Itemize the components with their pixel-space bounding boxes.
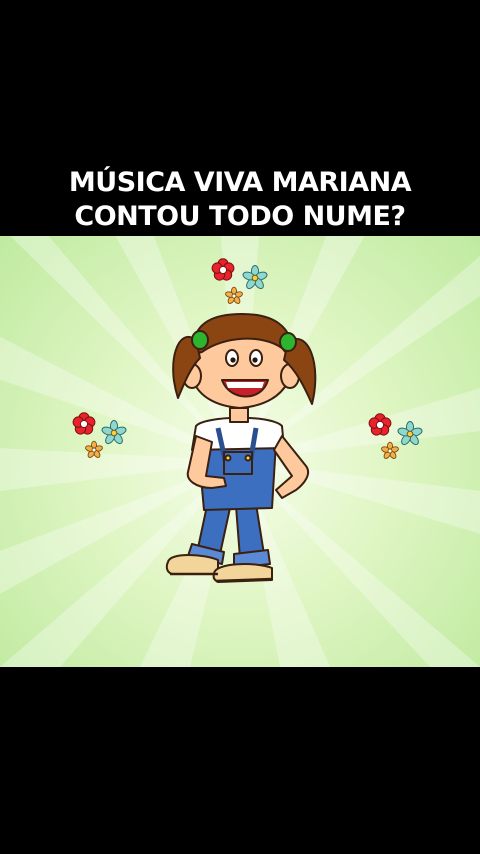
caption-line-1: MÚSICA VIVA MARIANA — [68, 167, 412, 198]
video-frame — [0, 236, 480, 667]
cartoon-scene — [0, 236, 480, 667]
caption-line-2: CONTOU TODO NUME? — [74, 201, 406, 232]
video-caption: MÚSICA VIVA MARIANA CONTOU TODO NUME? — [0, 166, 480, 234]
